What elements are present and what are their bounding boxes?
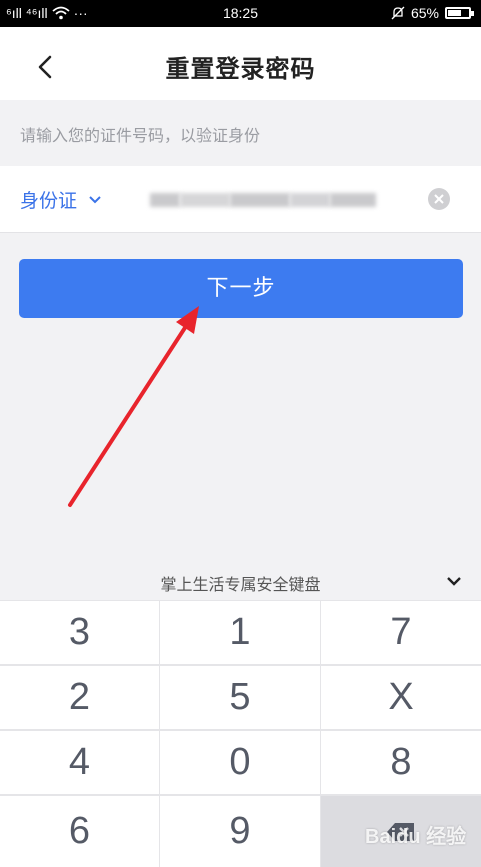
keypad-key[interactable]: 6 bbox=[0, 796, 159, 867]
keypad-key[interactable]: 8 bbox=[321, 731, 481, 794]
keyboard-title: 掌上生活专属安全键盘 bbox=[160, 575, 321, 594]
keypad-key[interactable]: 7 bbox=[321, 601, 481, 664]
watermark: Baidu 经验 bbox=[365, 826, 467, 848]
chevron-down-icon[interactable] bbox=[447, 576, 461, 586]
keypad-key[interactable]: 4 bbox=[0, 731, 159, 794]
keypad-key[interactable]: 9 bbox=[160, 796, 320, 867]
keyboard-header: 掌上生活专属安全键盘 bbox=[0, 560, 481, 600]
keypad-key[interactable]: 3 bbox=[0, 601, 159, 664]
keypad-key[interactable]: X bbox=[321, 666, 481, 729]
keypad-key[interactable]: 5 bbox=[160, 666, 320, 729]
keypad-key[interactable]: 1 bbox=[160, 601, 320, 664]
keypad-key[interactable]: 0 bbox=[160, 731, 320, 794]
keypad-key[interactable]: 2 bbox=[0, 666, 159, 729]
